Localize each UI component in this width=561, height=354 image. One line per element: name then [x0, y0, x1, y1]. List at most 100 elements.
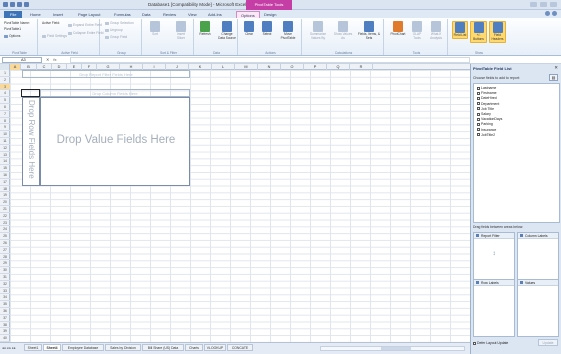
- row-header-34[interactable]: 34: [0, 294, 10, 302]
- change-data-source-button[interactable]: Change Data Source: [218, 21, 236, 41]
- name-box[interactable]: A3: [2, 57, 42, 63]
- row-header-12[interactable]: 12: [0, 145, 10, 152]
- field-list-button[interactable]: Field List: [452, 21, 468, 39]
- row-header-30[interactable]: 30: [0, 267, 10, 274]
- drop-report-filter-area[interactable]: Drop Report Filter Fields Here: [22, 70, 190, 78]
- active-cell-a3[interactable]: [21, 89, 40, 97]
- olap-tools-button[interactable]: OLAP Tools: [409, 21, 425, 41]
- row-header-15[interactable]: 15: [0, 165, 10, 172]
- row-header-40[interactable]: 40: [0, 335, 10, 342]
- field-checkbox[interactable]: [477, 128, 480, 132]
- last-sheet-icon[interactable]: ▸▸: [12, 346, 16, 350]
- field-item[interactable]: Insurance: [477, 128, 496, 132]
- row-header-39[interactable]: 39: [0, 328, 10, 336]
- tab-insert[interactable]: Insert: [53, 11, 63, 18]
- field-item[interactable]: Parking: [477, 122, 493, 126]
- tab-data[interactable]: Data: [142, 11, 150, 18]
- field-headers-button[interactable]: Field Headers: [489, 21, 506, 43]
- row-header-8[interactable]: 8: [0, 118, 10, 125]
- horizontal-scrollbar[interactable]: [320, 346, 465, 351]
- sheet-tab-charts[interactable]: Charts: [185, 344, 203, 351]
- field-checkbox[interactable]: [477, 133, 480, 137]
- scroll-thumb[interactable]: [381, 347, 411, 350]
- field-settings-button[interactable]: Field Settings: [42, 34, 67, 38]
- tab-options[interactable]: Options: [236, 11, 260, 18]
- tab-design[interactable]: Design: [264, 11, 276, 18]
- row-header-35[interactable]: 35: [0, 301, 10, 308]
- close-icon[interactable]: [550, 2, 557, 7]
- row-header-22[interactable]: 22: [0, 213, 10, 220]
- show-values-as-button[interactable]: Show Values As: [332, 21, 354, 41]
- row-header-14[interactable]: 14: [0, 158, 10, 166]
- group-selection-button[interactable]: Group Selection: [105, 21, 134, 25]
- summarize-values-button[interactable]: Summarize Values By: [306, 21, 330, 41]
- drop-column-fields-area[interactable]: Drop Column Fields Here: [40, 89, 190, 97]
- field-checkbox[interactable]: [477, 122, 480, 126]
- sheet-tab-sheet4[interactable]: Sheet4: [43, 344, 61, 351]
- buttons-toggle[interactable]: +/- Buttons: [470, 21, 487, 43]
- first-sheet-icon[interactable]: ◂◂: [2, 346, 6, 350]
- pivotchart-button[interactable]: PivotChart: [388, 21, 408, 37]
- row-header-18[interactable]: 18: [0, 186, 10, 193]
- tab-page-layout[interactable]: Page Layout: [78, 11, 100, 18]
- ungroup-button[interactable]: Ungroup: [105, 28, 123, 32]
- redo-icon[interactable]: [24, 2, 29, 7]
- row-header-3[interactable]: 3: [0, 83, 10, 91]
- pivottable-name-field[interactable]: PivotTable1: [4, 27, 21, 31]
- ribbon-minimize-icon[interactable]: [552, 11, 557, 16]
- sheet-tab-sheet1[interactable]: Sheet1: [24, 344, 42, 351]
- save-icon[interactable]: [10, 2, 15, 7]
- defer-checkbox[interactable]: [473, 341, 476, 345]
- row-header-21[interactable]: 21: [0, 206, 10, 213]
- update-button[interactable]: Update: [538, 339, 558, 346]
- row-header-1[interactable]: 1: [0, 70, 10, 77]
- row-header-26[interactable]: 26: [0, 240, 10, 247]
- group-field-button[interactable]: Group Field: [105, 35, 127, 39]
- field-checkbox[interactable]: [477, 112, 480, 116]
- sheet-tab-employee-database[interactable]: Employee Database: [62, 344, 104, 351]
- row-header-32[interactable]: 32: [0, 281, 10, 288]
- defer-layout-update[interactable]: Defer Layout Update: [473, 341, 508, 345]
- move-pivottable-button[interactable]: Move PivotTable: [278, 21, 298, 41]
- row-header-25[interactable]: 25: [0, 233, 10, 240]
- tab-view[interactable]: View: [188, 11, 197, 18]
- field-item[interactable]: Job Title: [477, 107, 494, 111]
- row-header-17[interactable]: 17: [0, 179, 10, 186]
- field-item[interactable]: VacationDays: [477, 117, 502, 121]
- row-header-13[interactable]: 13: [0, 152, 10, 159]
- row-header-29[interactable]: 29: [0, 260, 10, 268]
- row-header-36[interactable]: 36: [0, 308, 10, 315]
- row-header-2[interactable]: 2: [0, 77, 10, 84]
- tab-review[interactable]: Review: [163, 11, 176, 18]
- tab-add-ins[interactable]: Add-Ins: [208, 11, 222, 18]
- collapse-field-button[interactable]: Collapse Entire Field: [68, 31, 103, 35]
- field-item[interactable]: JobTitle2: [477, 133, 495, 137]
- excel-icon[interactable]: [3, 2, 8, 7]
- field-item[interactable]: Department: [477, 102, 499, 106]
- sheet-tab-concate[interactable]: CONCATE: [227, 344, 253, 351]
- select-button[interactable]: Select: [260, 21, 274, 37]
- close-panel-icon[interactable]: ✕: [554, 65, 558, 71]
- row-header-4[interactable]: 4: [0, 90, 10, 98]
- field-item[interactable]: Firstname: [477, 91, 497, 95]
- row-header-38[interactable]: 38: [0, 322, 10, 329]
- field-item[interactable]: Salary: [477, 112, 491, 116]
- field-checkbox[interactable]: [477, 86, 480, 90]
- refresh-button[interactable]: Refresh: [198, 21, 212, 37]
- row-header-33[interactable]: 33: [0, 288, 10, 295]
- row-header-10[interactable]: 10: [0, 131, 10, 138]
- row-header-31[interactable]: 31: [0, 274, 10, 281]
- undo-icon[interactable]: [17, 2, 22, 7]
- drop-value-fields-area[interactable]: Drop Value Fields Here: [40, 97, 190, 186]
- insert-slicer-button[interactable]: Insert Slicer: [174, 21, 188, 41]
- formula-input[interactable]: [70, 57, 470, 63]
- row-header-28[interactable]: 28: [0, 254, 10, 261]
- row-header-37[interactable]: 37: [0, 315, 10, 322]
- field-item[interactable]: Lastname: [477, 86, 496, 90]
- minimize-icon[interactable]: [530, 2, 537, 7]
- fx-button[interactable]: fx: [53, 57, 56, 62]
- row-header-19[interactable]: 19: [0, 192, 10, 200]
- tab-formulas[interactable]: Formulas: [114, 11, 131, 18]
- field-checkbox[interactable]: [477, 117, 480, 121]
- row-header-23[interactable]: 23: [0, 220, 10, 227]
